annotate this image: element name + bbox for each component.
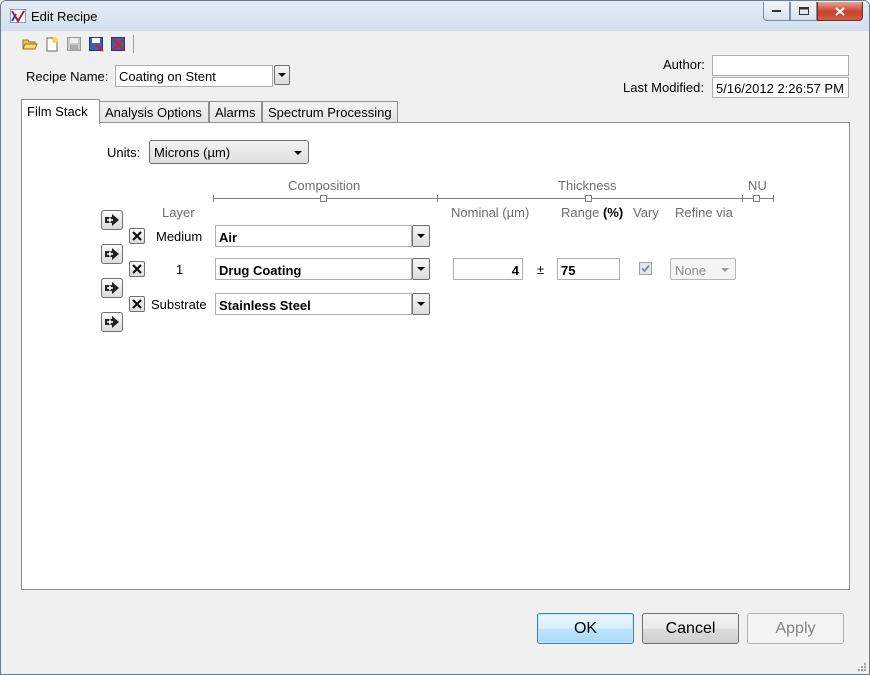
save-icon	[67, 37, 81, 51]
nu-header: NU	[748, 178, 767, 193]
delete-recipe-button[interactable]	[107, 34, 129, 54]
layer-name: Medium	[156, 229, 203, 244]
delete-layer-button[interactable]	[129, 261, 145, 277]
last-modified-label: Last Modified:	[623, 80, 704, 95]
tab-alarms[interactable]: Alarms	[209, 101, 262, 123]
nominal-header: Nominal (µm)	[451, 205, 530, 220]
tab-analysis-options[interactable]: Analysis Options	[99, 101, 209, 123]
composition-header: Composition	[288, 178, 361, 193]
chevron-down-icon	[278, 73, 286, 77]
insert-layer-button[interactable]	[101, 210, 123, 230]
material-select[interactable]: Drug Coating	[215, 258, 412, 280]
window-title: Edit Recipe	[31, 9, 98, 24]
units-select[interactable]: Microns (µm)	[149, 140, 309, 164]
edit-recipe-window: Edit Recipe Recipe Name: Coating on Sten…	[0, 0, 870, 675]
close-button[interactable]	[817, 2, 863, 21]
insert-layer-button[interactable]	[101, 312, 123, 332]
vary-checkbox[interactable]	[639, 262, 652, 275]
chevron-down-icon	[417, 302, 425, 306]
composition-column-handle[interactable]	[320, 195, 327, 202]
open-folder-button[interactable]	[19, 34, 41, 54]
thickness-header: Thickness	[558, 178, 617, 193]
chevron-down-icon	[294, 151, 302, 155]
chevron-down-icon	[721, 268, 729, 272]
insert-layer-icon	[105, 316, 119, 328]
new-recipe-icon	[46, 37, 58, 52]
tab-film-stack[interactable]: Film Stack	[21, 99, 100, 124]
delete-recipe-icon	[110, 36, 125, 51]
chevron-down-icon	[417, 267, 425, 271]
delete-layer-button[interactable]	[129, 296, 145, 312]
toolbar-separator	[133, 35, 134, 53]
app-icon	[10, 9, 26, 23]
range-unit: (%)	[602, 205, 624, 220]
close-icon	[132, 264, 142, 274]
ok-button[interactable]: OK	[537, 613, 634, 644]
new-recipe-button[interactable]	[41, 34, 63, 54]
toolbar	[19, 34, 134, 54]
plus-minus-sign: ±	[537, 262, 545, 277]
material-dropdown-button[interactable]	[412, 258, 430, 280]
cancel-button[interactable]: Cancel	[642, 613, 739, 644]
save-as-icon	[88, 36, 104, 52]
window-controls	[763, 2, 863, 22]
tab-spectrum-processing[interactable]: Spectrum Processing	[262, 101, 398, 123]
material-dropdown-button[interactable]	[412, 293, 430, 315]
material-dropdown-button[interactable]	[412, 225, 430, 247]
maximize-button[interactable]	[790, 2, 817, 21]
close-icon	[835, 6, 845, 16]
layer-header: Layer	[162, 205, 195, 220]
insert-layer-icon	[105, 282, 119, 294]
recipe-name-input[interactable]: Coating on Stent	[115, 65, 273, 87]
insert-layer-icon	[105, 248, 119, 260]
open-folder-icon	[22, 39, 38, 50]
delete-layer-button[interactable]	[129, 228, 145, 244]
apply-button[interactable]: Apply	[747, 613, 844, 644]
insert-layer-button[interactable]	[101, 244, 123, 264]
maximize-icon	[798, 7, 809, 15]
refine-via-header: Refine via	[675, 205, 733, 220]
author-label: Author:	[663, 57, 705, 72]
recipe-name-label: Recipe Name:	[26, 69, 109, 84]
nominal-thickness-input[interactable]: 4	[453, 258, 523, 280]
close-icon	[132, 231, 142, 241]
title-bar[interactable]: Edit Recipe	[1, 1, 869, 31]
vary-header: Vary	[633, 205, 659, 220]
save-button[interactable]	[63, 34, 85, 54]
thickness-column-handle[interactable]	[585, 195, 592, 202]
units-value: Microns (µm)	[154, 145, 231, 160]
material-select[interactable]: Stainless Steel	[215, 293, 412, 315]
recipe-name-dropdown-button[interactable]	[274, 65, 290, 85]
range-input[interactable]: 75	[557, 258, 620, 280]
resize-grip-icon[interactable]	[857, 662, 867, 672]
checkmark-icon	[641, 264, 650, 273]
layer-name: Substrate	[151, 297, 207, 312]
layer-name: 1	[176, 262, 184, 277]
save-as-button[interactable]	[85, 34, 107, 54]
units-label: Units:	[107, 145, 141, 160]
material-select[interactable]: Air	[215, 225, 412, 247]
refine-via-select[interactable]: None	[670, 258, 736, 280]
chevron-down-icon	[417, 234, 425, 238]
minimize-button[interactable]	[763, 2, 790, 21]
minimize-icon	[772, 10, 781, 12]
last-modified-field: 5/16/2012 2:26:57 PM	[712, 77, 849, 98]
close-icon	[132, 299, 142, 309]
insert-layer-button[interactable]	[101, 278, 123, 298]
insert-layer-icon	[105, 214, 119, 226]
film-stack-panel	[21, 122, 850, 590]
nu-column-handle[interactable]	[753, 195, 760, 202]
refine-via-value: None	[675, 263, 707, 278]
range-header: Range (%)	[561, 205, 624, 220]
author-input[interactable]	[712, 55, 849, 76]
